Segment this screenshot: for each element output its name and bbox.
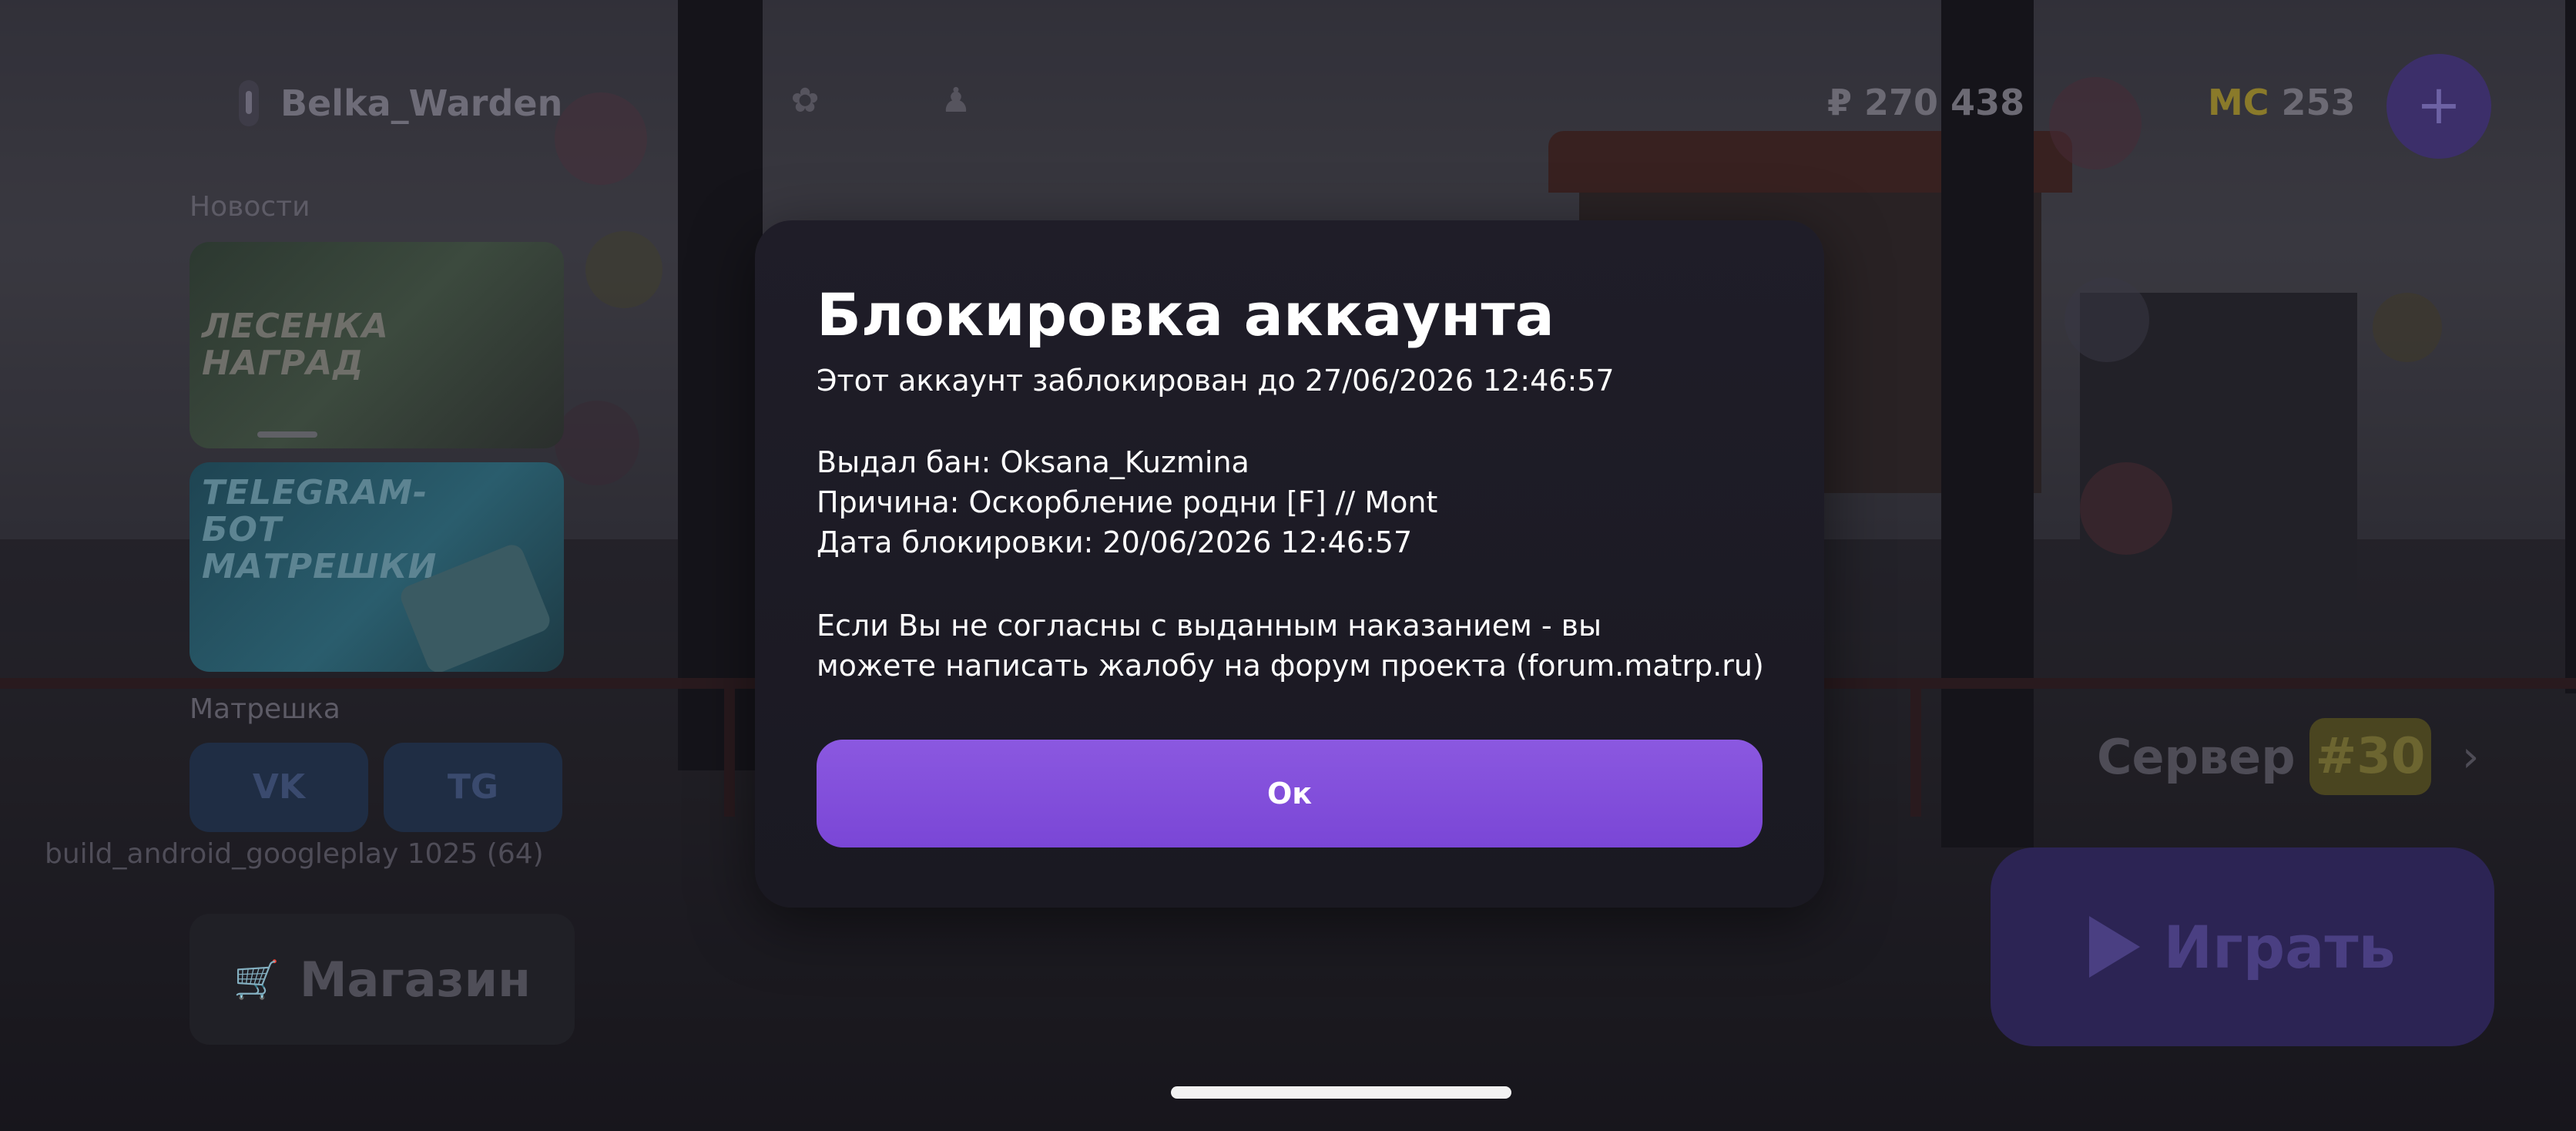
server-label: Сервер [2097,729,2296,785]
player-name: Belka_Warden [280,82,563,124]
rubles-balance: ₽ 270 438 [1827,82,2025,123]
cart-icon: 🛒 [233,958,280,1002]
player-info[interactable]: Belka_Warden [239,80,562,126]
shop-label: Магазин [299,951,531,1008]
play-label: Играть [2163,912,2396,982]
shop-button[interactable]: 🛒 Магазин [190,914,575,1045]
add-currency-button[interactable]: + [2386,54,2491,159]
appeal-text-line-1: Если Вы не согласны с выданным наказание… [817,609,1602,643]
play-icon [2089,916,2141,978]
news-card[interactable]: TELEGRAM-БОТ МАТРЕШКИ [190,462,564,672]
person-icon[interactable]: ♟ [938,83,974,119]
vk-button[interactable]: VK [190,743,368,832]
news-card-title: TELEGRAM-БОТ МАТРЕШКИ [202,473,438,586]
social-section-label: Матрешка [190,693,340,725]
news-card[interactable]: ЛЕСЕНКА НАГРАД [190,242,564,448]
carousel-indicator [257,431,317,438]
ok-button[interactable]: Ок [817,740,1763,847]
server-number-badge[interactable]: #30 [2309,718,2431,795]
news-section-label: Новости [190,191,310,223]
home-indicator[interactable] [1171,1086,1511,1099]
mc-value: 253 [2281,82,2356,123]
block-date-text: Дата блокировки: 20/06/2026 12:46:57 [817,525,1413,559]
mc-icon: MC [2208,82,2269,123]
gear-icon[interactable]: ✿ [787,83,823,119]
play-button[interactable]: Играть [1991,847,2494,1046]
blocked-until-text: Этот аккаунт заблокирован до 27/06/2026 … [817,364,1615,398]
issued-by-text: Выдал бан: Oksana_Kuzmina [817,445,1249,479]
reason-text: Причина: Оскорбление родни [F] // Mont [817,485,1438,519]
appeal-text-line-2: можете написать жалобу на форум проекта … [817,649,1764,683]
dialog-title: Блокировка аккаунта [817,280,1555,349]
telegram-button[interactable]: TG [384,743,562,832]
news-card-title: ЛЕСЕНКА НАГРАД [202,307,389,383]
account-blocked-dialog: Блокировка аккаунта Этот аккаунт заблоки… [755,220,1824,908]
phone-icon [239,80,259,126]
build-version: build_android_googleplay 1025 (64) [45,838,544,870]
chevron-right-icon[interactable]: › [2462,732,2479,782]
mc-balance: MC 253 [2208,82,2356,123]
